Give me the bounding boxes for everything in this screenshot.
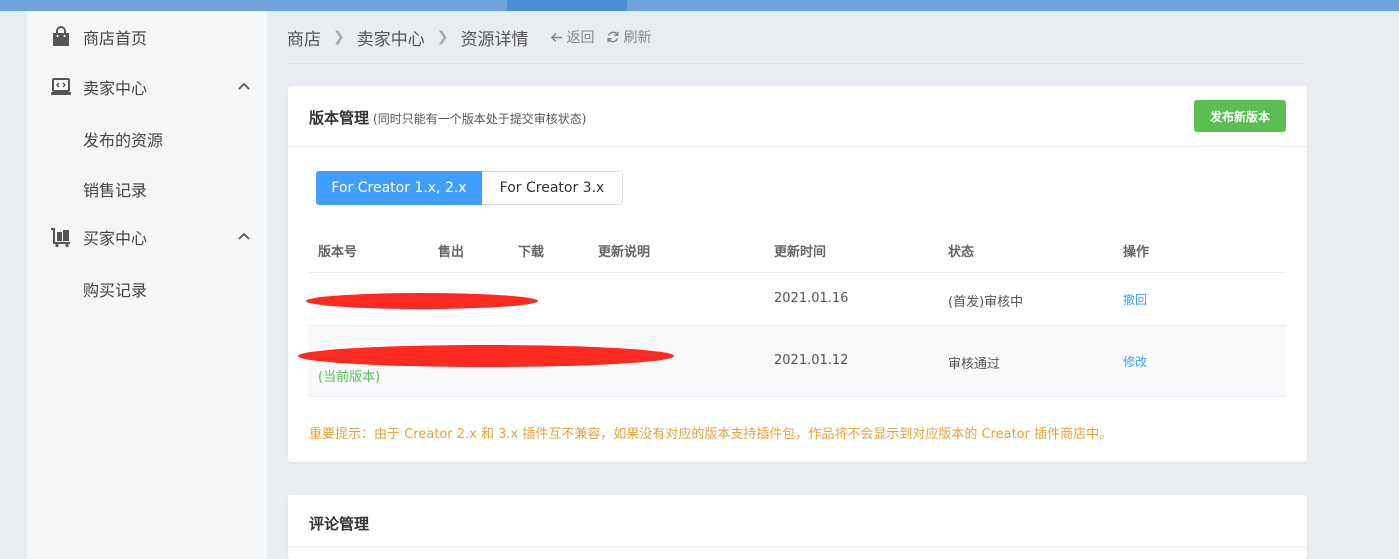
cell-status: 审核通过: [948, 357, 1001, 372]
comment-management-panel: 评论管理: [288, 495, 1307, 559]
back-label: 返回: [566, 30, 595, 46]
sidebar-item-label: 商店首页: [83, 29, 148, 48]
breadcrumb-item-resource-detail: 资源详情: [460, 29, 529, 50]
tab-creator-3x[interactable]: For Creator 3.x: [482, 171, 623, 205]
top-progress-bar: [0, 0, 1399, 11]
publish-new-version-button[interactable]: 发布新版本: [1194, 100, 1286, 132]
versions-table: 版本号 售出 下载 更新说明 更新时间 状态 操作 2021.01.16 (首发…: [298, 226, 1286, 397]
table-row: 2021.01.16 (首发)审核中 撤回: [306, 273, 1286, 326]
withdraw-link[interactable]: 撤回: [1123, 291, 1147, 308]
tab-creator-1x-2x[interactable]: For Creator 1.x, 2.x: [316, 171, 482, 205]
sidebar-item-label: 卖家中心: [83, 79, 148, 98]
panel-title: 版本管理 (同时只能有一个版本处于提交审核状态): [309, 107, 586, 128]
breadcrumb: 商店 ❯ 卖家中心 ❯ 资源详情 返回 刷新: [287, 24, 651, 50]
column-header-version: 版本号: [318, 245, 358, 260]
panel-header: 评论管理: [288, 495, 1307, 548]
arrow-left-icon: [551, 32, 563, 42]
breadcrumb-divider: [287, 63, 1307, 64]
panel-title-text: 版本管理: [309, 109, 370, 127]
back-button[interactable]: 返回: [550, 27, 594, 47]
sidebar-item-published-resources[interactable]: 发布的资源: [27, 112, 267, 162]
column-header-actions: 操作: [1123, 245, 1150, 260]
chevron-up-icon: [238, 82, 250, 90]
laptop-code-icon: [51, 78, 71, 95]
refresh-icon: [607, 31, 620, 43]
sidebar-item-label: 销售记录: [83, 181, 148, 200]
sidebar: 商店首页 卖家中心 发布的资源 销售记录 买家中心 购买记录: [27, 11, 267, 559]
sidebar-item-label: 购买记录: [83, 281, 148, 300]
edit-link[interactable]: 修改: [1123, 353, 1147, 370]
table-header: 版本号 售出 下载 更新说明 更新时间 状态 操作: [308, 226, 1286, 273]
creator-version-tabs: For Creator 1.x, 2.x For Creator 3.x: [316, 171, 623, 205]
column-header-downloads: 下载: [518, 245, 545, 260]
version-management-panel: 版本管理 (同时只能有一个版本处于提交审核状态) 发布新版本 For Creato…: [288, 86, 1307, 462]
panel-title: 评论管理: [309, 515, 370, 533]
column-header-sold: 售出: [438, 245, 465, 260]
sidebar-item-label: 发布的资源: [83, 131, 164, 150]
sidebar-item-purchase-records[interactable]: 购买记录: [27, 262, 267, 312]
shopping-bag-icon: [53, 26, 69, 46]
sidebar-item-sales-records[interactable]: 销售记录: [27, 162, 267, 212]
column-header-updated: 更新时间: [774, 245, 827, 260]
sidebar-item-seller-center[interactable]: 卖家中心: [27, 62, 267, 112]
table-row: 2021.01.12 审核通过 修改 (当前版本): [298, 326, 1286, 397]
chevron-right-icon: ❯: [333, 29, 345, 45]
refresh-button[interactable]: 刷新: [606, 27, 651, 47]
breadcrumb-item-seller-center[interactable]: 卖家中心: [357, 25, 425, 50]
cell-status: (首发)审核中: [948, 295, 1024, 310]
refresh-label: 刷新: [623, 30, 652, 46]
sidebar-item-label: 买家中心: [83, 229, 148, 248]
column-header-status: 状态: [948, 245, 975, 260]
sidebar-item-store-home[interactable]: 商店首页: [27, 12, 267, 62]
cell-updated: 2021.01.16: [774, 291, 849, 306]
redaction-mark: [306, 293, 538, 309]
chevron-right-icon: ❯: [436, 29, 449, 45]
compatibility-warning: 重要提示：由于 Creator 2.x 和 3.x 插件互不兼容，如果没有对应的…: [309, 427, 1113, 442]
luggage-cart-icon: [51, 228, 70, 248]
breadcrumb-item-store[interactable]: 商店: [287, 25, 321, 50]
cell-updated: 2021.01.12: [774, 353, 849, 368]
column-header-notes: 更新说明: [598, 245, 651, 260]
chevron-up-icon: [238, 232, 250, 240]
current-version-tag: (当前版本): [318, 370, 381, 385]
top-bar-active-segment: [507, 0, 627, 11]
sidebar-item-buyer-center[interactable]: 买家中心: [27, 212, 267, 262]
panel-header: 版本管理 (同时只能有一个版本处于提交审核状态) 发布新版本: [288, 86, 1307, 147]
panel-subtitle: (同时只能有一个版本处于提交审核状态): [373, 112, 587, 126]
